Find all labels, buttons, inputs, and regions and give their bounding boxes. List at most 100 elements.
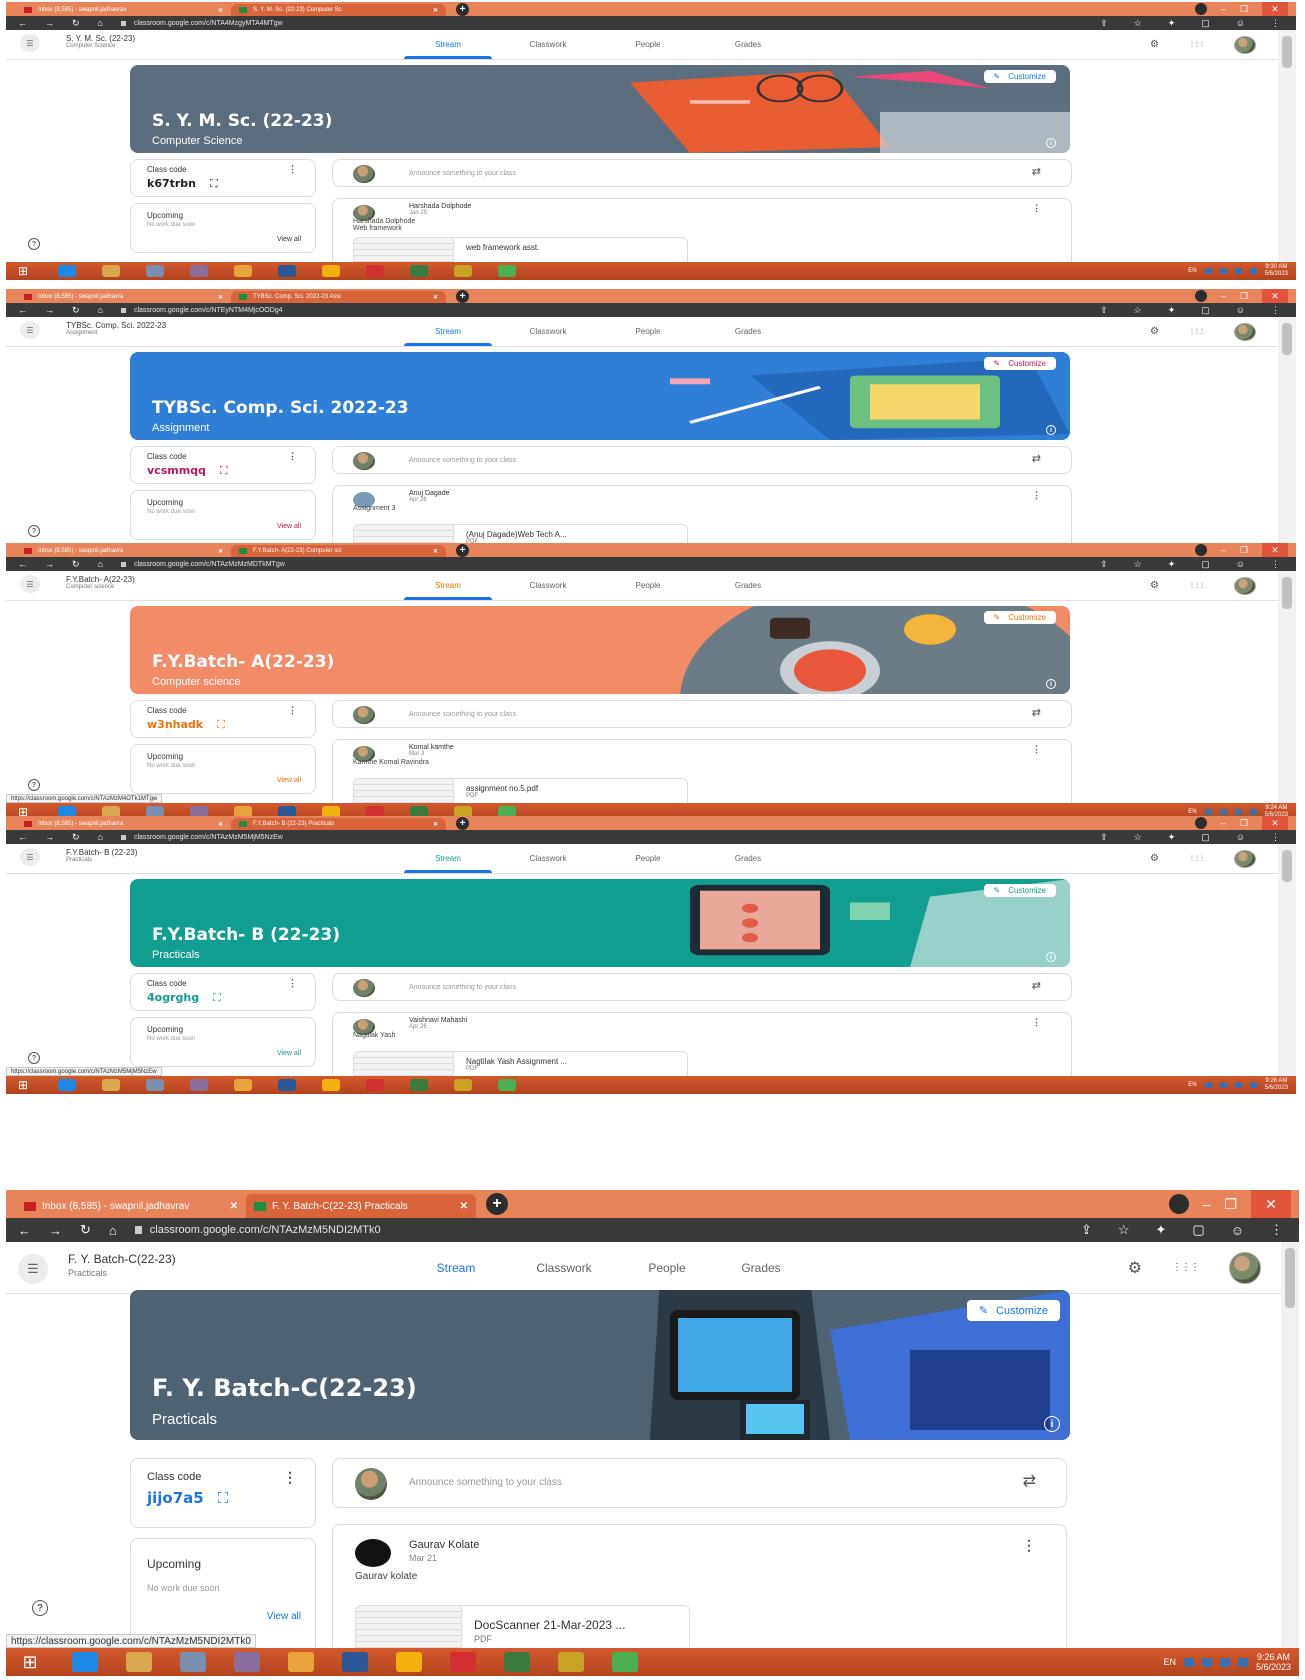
file-explorer-icon[interactable]: [102, 1079, 120, 1091]
announce-box[interactable]: Announce something to your class ⇄: [332, 159, 1072, 187]
page-scrollbar[interactable]: [1278, 844, 1296, 1076]
scrollbar-thumb[interactable]: [1285, 1248, 1295, 1308]
class-code-options-icon[interactable]: ⋮: [288, 164, 297, 175]
outlook-icon[interactable]: [288, 1652, 314, 1672]
repost-icon[interactable]: ⇄: [1032, 165, 1041, 178]
notification-icon[interactable]: [1237, 1657, 1248, 1667]
app-icon[interactable]: [146, 1079, 164, 1091]
post-options-icon[interactable]: ⋮: [1032, 203, 1041, 214]
announce-box[interactable]: Announce something to your class ⇄: [332, 700, 1072, 728]
post-author[interactable]: Anuj Dagade: [409, 490, 449, 497]
help-icon[interactable]: ?: [28, 238, 40, 250]
notification-icon[interactable]: [1249, 1082, 1257, 1088]
announce-box[interactable]: Announce something to your class ⇄: [332, 1458, 1067, 1508]
system-clock[interactable]: 9:26 AM 5/6/2023: [1265, 1078, 1288, 1092]
windows-start-icon[interactable]: ⊞: [14, 1078, 32, 1092]
chrome-profile-icon[interactable]: [454, 1079, 472, 1091]
windows-start-icon[interactable]: ⊞: [16, 1652, 44, 1673]
fullscreen-icon[interactable]: ⛶: [213, 991, 221, 1004]
class-code-options-icon[interactable]: ⋮: [288, 451, 297, 462]
volume-icon[interactable]: [1219, 268, 1227, 274]
app-icon[interactable]: [180, 1652, 206, 1672]
help-icon[interactable]: ?: [28, 1052, 40, 1064]
notification-icon[interactable]: [1249, 268, 1257, 274]
language-indicator[interactable]: EN: [1188, 809, 1196, 815]
view-all-link[interactable]: View all: [267, 1611, 301, 1622]
photos-icon[interactable]: [504, 1652, 530, 1672]
page-scrollbar[interactable]: [1278, 317, 1296, 549]
announce-box[interactable]: Announce something to your class ⇄: [332, 446, 1072, 474]
info-icon[interactable]: i: [1046, 425, 1056, 435]
post-author[interactable]: Vaishnavi Mahashi: [409, 1017, 467, 1024]
battery-icon[interactable]: [1219, 1657, 1230, 1667]
help-icon[interactable]: ?: [32, 1600, 48, 1616]
outlook-icon[interactable]: [234, 1079, 252, 1091]
chrome-profile-icon[interactable]: [498, 1079, 516, 1091]
photos-icon[interactable]: [410, 265, 428, 277]
class-code-value[interactable]: w3nhadk ⛶: [147, 718, 225, 732]
repost-icon[interactable]: ⇄: [1032, 452, 1041, 465]
windows-start-icon[interactable]: ⊞: [14, 264, 32, 278]
language-indicator[interactable]: EN: [1188, 1082, 1196, 1088]
chrome-profile-icon[interactable]: [558, 1652, 584, 1672]
ie-icon[interactable]: [58, 265, 76, 277]
word-icon[interactable]: [278, 1079, 296, 1091]
app-icon[interactable]: [190, 1079, 208, 1091]
post-options-icon[interactable]: ⋮: [1032, 490, 1041, 501]
info-icon[interactable]: i: [1046, 138, 1056, 148]
repost-icon[interactable]: ⇄: [1023, 1471, 1036, 1491]
help-icon[interactable]: ?: [28, 525, 40, 537]
volume-icon[interactable]: [1201, 1657, 1212, 1667]
post-options-icon[interactable]: ⋮: [1022, 1537, 1036, 1554]
customize-button[interactable]: ✎ Customize: [983, 70, 1056, 83]
outlook-icon[interactable]: [234, 265, 252, 277]
word-icon[interactable]: [342, 1652, 368, 1672]
network-icon[interactable]: [1204, 1082, 1212, 1088]
network-icon[interactable]: [1183, 1657, 1194, 1667]
scrollbar-thumb[interactable]: [1282, 577, 1292, 609]
chrome-profile-icon[interactable]: [454, 265, 472, 277]
fullscreen-icon[interactable]: ⛶: [210, 177, 218, 190]
announce-box[interactable]: Announce something to your class ⇄: [332, 973, 1072, 1001]
battery-icon[interactable]: [1234, 1082, 1242, 1088]
class-code-value[interactable]: 4ogrghg ⛶: [147, 991, 221, 1005]
post-options-icon[interactable]: ⋮: [1032, 1017, 1041, 1028]
photos-icon[interactable]: [410, 1079, 428, 1091]
network-icon[interactable]: [1204, 809, 1212, 815]
word-icon[interactable]: [278, 265, 296, 277]
file-explorer-icon[interactable]: [102, 265, 120, 277]
help-icon[interactable]: ?: [28, 779, 40, 791]
volume-icon[interactable]: [1219, 1082, 1227, 1088]
chrome-icon[interactable]: [322, 265, 340, 277]
view-all-link[interactable]: View all: [277, 523, 301, 530]
file-explorer-icon[interactable]: [126, 1652, 152, 1672]
chrome-profile-icon[interactable]: [498, 265, 516, 277]
class-code-options-icon[interactable]: ⋮: [283, 1469, 297, 1486]
class-code-value[interactable]: k67trbn ⛶: [147, 177, 218, 191]
customize-button[interactable]: ✎ Customize: [983, 357, 1056, 370]
battery-icon[interactable]: [1234, 809, 1242, 815]
fullscreen-icon[interactable]: ⛶: [218, 1489, 229, 1507]
app-icon[interactable]: [234, 1652, 260, 1672]
scrollbar-thumb[interactable]: [1282, 323, 1292, 355]
chrome-profile-icon[interactable]: [612, 1652, 638, 1672]
class-code-value[interactable]: jijo7a5 ⛶: [147, 1489, 228, 1507]
volume-icon[interactable]: [1219, 809, 1227, 815]
language-indicator[interactable]: EN: [1188, 268, 1196, 274]
scrollbar-thumb[interactable]: [1282, 36, 1292, 68]
post-author[interactable]: Gaurav Kolate: [409, 1539, 479, 1551]
notification-icon[interactable]: [1249, 809, 1257, 815]
app-icon[interactable]: [190, 265, 208, 277]
info-icon[interactable]: i: [1046, 952, 1056, 962]
acrobat-icon[interactable]: [366, 1079, 384, 1091]
post-options-icon[interactable]: ⋮: [1032, 744, 1041, 755]
chrome-icon[interactable]: [396, 1652, 422, 1672]
fullscreen-icon[interactable]: ⛶: [217, 718, 225, 731]
post-author[interactable]: Komal kamthe: [409, 744, 454, 751]
customize-button[interactable]: ✎ Customize: [983, 611, 1056, 624]
view-all-link[interactable]: View all: [277, 1050, 301, 1057]
page-scrollbar[interactable]: [1278, 30, 1296, 262]
language-indicator[interactable]: EN: [1163, 1657, 1176, 1667]
page-scrollbar[interactable]: [1281, 1242, 1299, 1648]
acrobat-icon[interactable]: [366, 265, 384, 277]
